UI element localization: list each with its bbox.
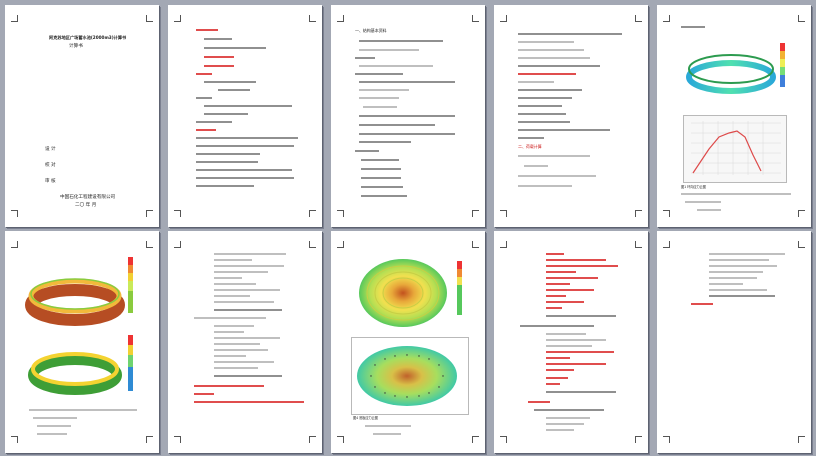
crop-mark: [472, 241, 479, 248]
crop-mark: [309, 241, 316, 248]
ring-stress-figure: [686, 43, 785, 94]
cover-institute: 中国石化工程建设有限公司: [60, 195, 116, 200]
crop-mark: [11, 210, 18, 217]
crop-mark: [146, 210, 153, 217]
bottom-plate-stress-figure-2: [357, 346, 457, 406]
document-viewer[interactable]: 阿克苏地区广场蓄水池(2000m3)计算书 计算书 设 计 校 对 审 核 中国…: [0, 0, 816, 456]
crop-mark: [146, 436, 153, 443]
crop-mark: [337, 15, 344, 22]
page-thumbnail-7[interactable]: [168, 231, 322, 453]
crop-mark: [500, 210, 507, 217]
crop-mark: [798, 241, 805, 248]
crop-mark: [11, 436, 18, 443]
crop-mark: [472, 15, 479, 22]
crop-mark: [663, 436, 670, 443]
crop-mark: [500, 15, 507, 22]
crop-mark: [11, 15, 18, 22]
crop-mark: [309, 15, 316, 22]
crop-mark: [337, 436, 344, 443]
page-thumbnail-2[interactable]: [168, 5, 322, 227]
page-thumbnail-6[interactable]: [5, 231, 159, 453]
crop-mark: [635, 15, 642, 22]
crop-mark: [146, 15, 153, 22]
crop-mark: [337, 210, 344, 217]
crop-mark: [635, 210, 642, 217]
page-thumbnail-1[interactable]: 阿克苏地区广场蓄水池(2000m3)计算书 计算书 设 计 校 对 审 核 中国…: [5, 5, 159, 227]
crop-mark: [146, 241, 153, 248]
cover-label-review: 审 核: [45, 179, 56, 184]
crop-mark: [663, 15, 670, 22]
cover-date: 二〇 年 月: [75, 203, 97, 208]
page-thumbnail-5[interactable]: 图1 环向应力云图: [657, 5, 811, 227]
crop-mark: [500, 241, 507, 248]
page-thumbnail-4[interactable]: 二、荷载计算: [494, 5, 648, 227]
cover-label-design: 设 计: [45, 147, 56, 152]
crop-mark: [663, 241, 670, 248]
crop-mark: [472, 210, 479, 217]
crop-mark: [798, 210, 805, 217]
page4-section: 二、荷载计算: [518, 144, 542, 149]
page-thumbnail-10[interactable]: [657, 231, 811, 453]
ring-stress-figure-2: [25, 257, 133, 326]
crop-mark: [174, 436, 181, 443]
page-thumbnail-8[interactable]: 图4 底板应力云图: [331, 231, 485, 453]
crop-mark: [798, 436, 805, 443]
crop-mark: [635, 436, 642, 443]
crop-mark: [174, 15, 181, 22]
cover-subtitle: 计算书: [69, 44, 83, 49]
crop-mark: [472, 436, 479, 443]
ring-stress-figure-3: [28, 335, 133, 395]
cover-label-check: 校 对: [45, 163, 56, 168]
cover-title: 阿克苏地区广场蓄水池(2000m3)计算书: [49, 35, 127, 40]
page-thumbnail-9[interactable]: [494, 231, 648, 453]
stress-curve-chart: [691, 121, 781, 175]
crop-mark: [309, 436, 316, 443]
page5-caption: 图1 环向应力云图: [681, 185, 706, 189]
crop-mark: [798, 15, 805, 22]
crop-mark: [635, 241, 642, 248]
bottom-plate-stress-figure: [359, 259, 462, 327]
page9-caption: 图4 底板应力云图: [353, 416, 378, 420]
crop-mark: [337, 241, 344, 248]
crop-mark: [174, 241, 181, 248]
crop-mark: [11, 241, 18, 248]
crop-mark: [663, 210, 670, 217]
crop-mark: [309, 210, 316, 217]
crop-mark: [500, 436, 507, 443]
crop-mark: [174, 210, 181, 217]
page3-heading: 一、结构基本资料: [355, 28, 387, 33]
page-thumbnail-3[interactable]: 一、结构基本资料: [331, 5, 485, 227]
